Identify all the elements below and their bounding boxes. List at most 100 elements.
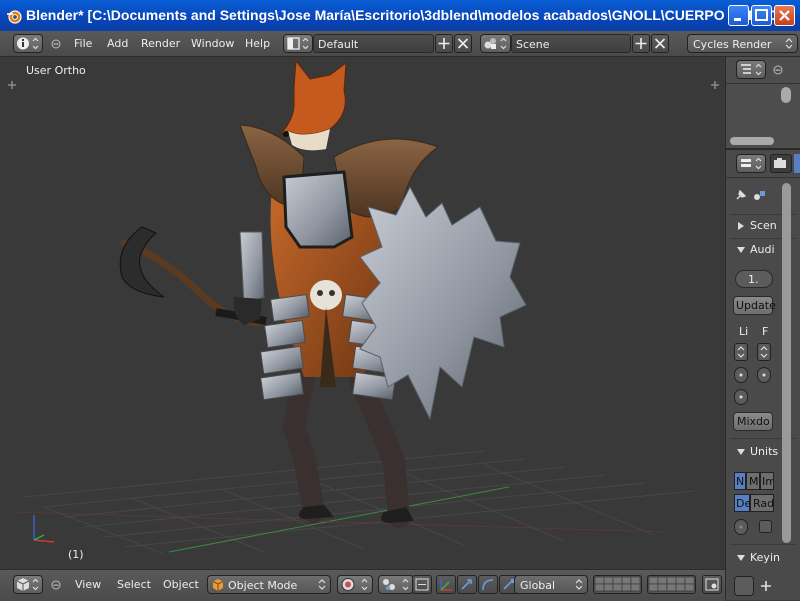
dot-icon bbox=[739, 525, 743, 529]
audio-update-button[interactable]: Update bbox=[733, 296, 776, 315]
pivot-align-toggle[interactable] bbox=[412, 575, 432, 594]
manipulator-axes-icon bbox=[440, 579, 452, 591]
li-slider-knob[interactable] bbox=[734, 367, 748, 383]
audio-volume-value: 1. bbox=[748, 273, 759, 286]
scene-data-icon bbox=[754, 191, 765, 200]
pivot-icon bbox=[383, 578, 409, 591]
manipulator-toggle[interactable] bbox=[436, 575, 456, 594]
axis-gizmo bbox=[33, 515, 55, 543]
outliner-scrollbar-thumb[interactable] bbox=[781, 87, 791, 103]
menu-help[interactable]: Help bbox=[245, 37, 270, 50]
minimize-button[interactable] bbox=[728, 5, 749, 26]
collapse-arrow-icon[interactable] bbox=[736, 448, 746, 456]
section-units-header[interactable]: Units bbox=[750, 445, 778, 458]
pivot-point-select[interactable] bbox=[378, 575, 414, 594]
rotation-degrees-button[interactable]: De bbox=[734, 494, 751, 512]
editor-type-3dview-button[interactable] bbox=[13, 575, 43, 594]
properties-scrollbar-thumb[interactable] bbox=[782, 183, 791, 543]
viewport-shading-select[interactable] bbox=[337, 575, 373, 594]
scene-selector[interactable] bbox=[480, 34, 511, 53]
f-stepper[interactable] bbox=[757, 343, 771, 361]
scene-layers-grid-2[interactable] bbox=[647, 575, 696, 594]
fox-head bbox=[279, 59, 347, 136]
extra-slider-knob[interactable] bbox=[734, 389, 748, 405]
unit-none-button[interactable]: N bbox=[734, 472, 746, 490]
collapse-menu-icon[interactable] bbox=[51, 580, 61, 590]
scene-layers-grid[interactable] bbox=[593, 575, 642, 594]
dot-icon bbox=[739, 395, 743, 399]
collapse-menu-icon[interactable] bbox=[51, 39, 61, 49]
section-scene-header[interactable]: Scen bbox=[750, 219, 777, 232]
minimize-icon bbox=[734, 18, 741, 21]
transform-orientation-select[interactable]: Global bbox=[514, 575, 588, 594]
properties-editor-type-button[interactable] bbox=[736, 154, 766, 173]
window-title: Blender* [C:\Documents and Settings\Jose… bbox=[26, 7, 791, 23]
maximize-icon bbox=[755, 9, 768, 21]
align-icon bbox=[415, 578, 429, 591]
delete-scene-button[interactable] bbox=[651, 34, 669, 53]
collapse-arrow-icon[interactable] bbox=[736, 246, 746, 254]
collapse-arrow-icon[interactable] bbox=[736, 554, 746, 562]
unit-imperial-button[interactable]: Im bbox=[760, 472, 774, 490]
close-icon bbox=[779, 10, 790, 21]
translate-manipulator-button[interactable] bbox=[457, 575, 477, 594]
rotate-manipulator-button[interactable] bbox=[478, 575, 498, 594]
audio-volume-field[interactable]: 1. bbox=[735, 270, 773, 288]
menu-render[interactable]: Render bbox=[141, 37, 180, 50]
shading-sphere-icon bbox=[341, 578, 368, 591]
maximize-button[interactable] bbox=[751, 5, 772, 26]
scene-icon bbox=[484, 37, 507, 50]
keying-set-list[interactable] bbox=[734, 576, 754, 596]
x-icon bbox=[457, 38, 469, 49]
screen-layout-selector[interactable] bbox=[283, 34, 313, 53]
left-leg bbox=[282, 366, 325, 523]
menu-file[interactable]: File bbox=[74, 37, 92, 50]
rotation-radians-button[interactable]: Rad bbox=[750, 494, 774, 512]
section-keying-header[interactable]: Keyin bbox=[750, 551, 780, 564]
outliner-editor-type-button[interactable] bbox=[736, 60, 766, 79]
menu-view[interactable]: View bbox=[75, 578, 101, 591]
close-button[interactable] bbox=[774, 5, 795, 26]
add-scene-button[interactable] bbox=[632, 34, 650, 53]
transform-orientation-label: Global bbox=[520, 579, 556, 592]
scene-name-field[interactable]: Scene bbox=[511, 34, 631, 53]
mixdown-button[interactable]: Mixdo bbox=[733, 412, 773, 431]
menu-select[interactable]: Select bbox=[117, 578, 151, 591]
cube-icon bbox=[16, 578, 39, 591]
scene-tab-button[interactable] bbox=[794, 154, 800, 173]
info-header: File Add Render Window Help Default Scen… bbox=[0, 31, 800, 57]
plus-icon[interactable] bbox=[760, 579, 772, 593]
units-slider-knob[interactable] bbox=[734, 519, 748, 535]
lock-camera-button[interactable] bbox=[702, 575, 722, 594]
menu-window[interactable]: Window bbox=[191, 37, 234, 50]
expand-arrow-icon[interactable] bbox=[737, 221, 745, 231]
li-stepper[interactable] bbox=[734, 343, 748, 361]
screen-layout-name-field[interactable]: Default bbox=[313, 34, 434, 53]
window-title-bar: Blender* [C:\Documents and Settings\Jose… bbox=[0, 0, 800, 31]
separate-units-checkbox[interactable] bbox=[759, 520, 772, 533]
section-audio-header[interactable]: Audi bbox=[750, 243, 775, 256]
pin-icon[interactable] bbox=[734, 188, 748, 202]
render-tab-button[interactable] bbox=[770, 154, 792, 173]
dot-icon bbox=[739, 373, 743, 377]
updown-arrows-icon bbox=[737, 346, 745, 358]
delete-layout-button[interactable] bbox=[454, 34, 472, 53]
render-engine-select[interactable]: Cycles Render bbox=[687, 34, 798, 53]
interaction-mode-select[interactable]: Object Mode bbox=[207, 575, 331, 594]
properties-panel: Scen Audi 1. Update Li F Mixdo Units N M… bbox=[725, 57, 800, 600]
list-icon bbox=[741, 63, 762, 76]
menu-object[interactable]: Object bbox=[163, 578, 199, 591]
3d-viewport[interactable]: User Ortho (1) bbox=[4, 57, 723, 568]
column-label-f: F bbox=[762, 325, 769, 338]
grid-floor bbox=[23, 450, 695, 555]
f-slider-knob[interactable] bbox=[757, 367, 771, 383]
outliner-h-scrollbar[interactable] bbox=[730, 137, 774, 145]
collapse-menu-icon[interactable] bbox=[773, 65, 783, 75]
add-layout-button[interactable] bbox=[435, 34, 453, 53]
menu-add[interactable]: Add bbox=[107, 37, 128, 50]
column-label-li: Li bbox=[739, 325, 749, 338]
properties-header bbox=[726, 150, 800, 178]
unit-metric-button[interactable]: M bbox=[746, 472, 760, 490]
editor-type-info-button[interactable] bbox=[13, 34, 43, 53]
grid-x-axis-line bbox=[13, 511, 665, 533]
